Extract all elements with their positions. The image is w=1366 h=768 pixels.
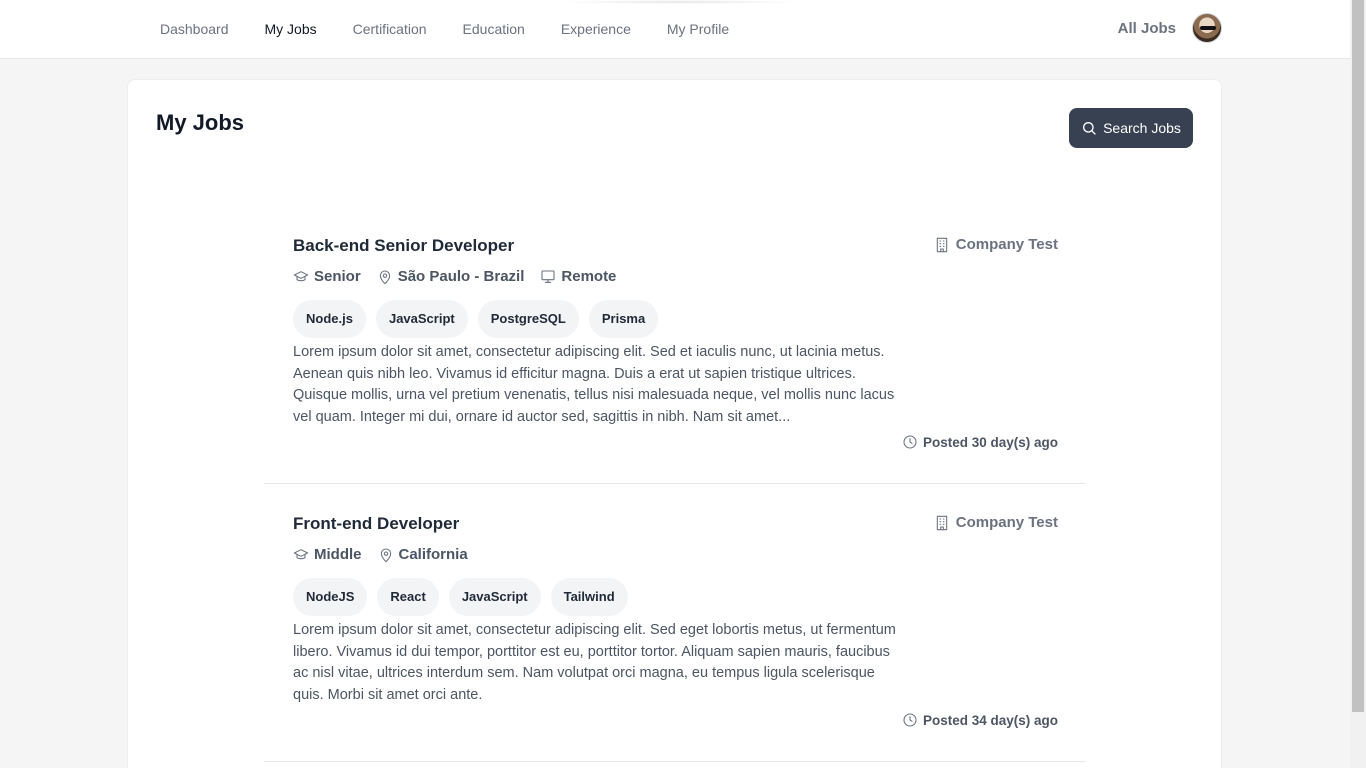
tag: NodeJS (293, 578, 368, 616)
job-posted-label: Posted 30 day(s) ago (922, 434, 1058, 450)
clock-icon (903, 435, 917, 449)
search-icon (1083, 122, 1096, 135)
map-pin-icon (379, 270, 390, 284)
clock-icon (903, 713, 917, 727)
search-jobs-label: Search Jobs (1103, 120, 1181, 136)
job-company: Company Test (934, 236, 1058, 253)
job-location: California (378, 546, 468, 563)
tag: Tailwind (550, 578, 628, 616)
nav-item-dashboard[interactable]: Dashboard (160, 0, 229, 58)
job-card[interactable]: Back-end Senior Developer Company Test S… (264, 236, 1086, 484)
nav-right: All Jobs (1118, 13, 1222, 43)
job-tags: Node.js JavaScript PostgreSQL Prisma (293, 300, 659, 338)
page-title: My Jobs (156, 110, 245, 135)
job-description: Lorem ipsum dolor sit amet, consectetur … (293, 344, 895, 426)
top-navbar: Dashboard My Jobs Certification Educatio… (0, 0, 1350, 59)
job-level-label: Middle (314, 546, 362, 563)
nav-item-my-profile[interactable]: My Profile (667, 0, 729, 58)
job-posted: Posted 30 day(s) ago (902, 434, 1058, 450)
job-company: Company Test (934, 514, 1058, 531)
nav-item-education[interactable]: Education (463, 0, 525, 58)
job-posted-label: Posted 34 day(s) ago (922, 712, 1058, 728)
job-location-label: California (398, 546, 468, 563)
my-jobs-card: My Jobs Search Jobs Back-end Senior Deve… (127, 79, 1222, 768)
nav-item-experience[interactable]: Experience (561, 0, 631, 58)
page-scrollbar[interactable] (1350, 0, 1366, 768)
tag: PostgreSQL (477, 300, 579, 338)
main-nav: Dashboard My Jobs Certification Educatio… (160, 0, 765, 58)
job-description: Lorem ipsum dolor sit amet, consectetur … (293, 622, 896, 704)
building-icon (936, 237, 947, 252)
job-location-label: São Paulo - Brazil (397, 268, 525, 285)
nav-item-certification[interactable]: Certification (353, 0, 427, 58)
job-meta: Senior São Paulo - Brazil Remote (293, 268, 616, 285)
graduation-cap-icon (293, 548, 309, 559)
graduation-cap-icon (293, 270, 309, 281)
job-level: Senior (293, 268, 361, 285)
tag: React (377, 578, 439, 616)
tag: JavaScript (448, 578, 541, 616)
job-posted: Posted 34 day(s) ago (902, 712, 1058, 728)
job-work-mode: Remote (540, 268, 616, 285)
job-title[interactable]: Front-end Developer (293, 514, 459, 534)
job-title[interactable]: Back-end Senior Developer (293, 236, 514, 256)
company-name: Company Test (955, 236, 1058, 253)
job-meta: Middle California (293, 546, 468, 563)
job-level-label: Senior (314, 268, 361, 285)
job-work-mode-label: Remote (561, 268, 617, 285)
monitor-icon (541, 269, 555, 283)
search-jobs-button[interactable]: Search Jobs (1069, 108, 1193, 148)
job-location: São Paulo - Brazil (377, 268, 525, 285)
nav-item-my-jobs[interactable]: My Jobs (265, 0, 317, 58)
job-level: Middle (293, 546, 362, 563)
building-icon (936, 515, 947, 530)
job-tags: NodeJS React JavaScript Tailwind (293, 578, 628, 616)
tag: JavaScript (375, 300, 468, 338)
all-jobs-link[interactable]: All Jobs (1118, 20, 1176, 37)
avatar-glasses (1200, 26, 1216, 30)
map-pin-icon (380, 548, 391, 562)
scrollbar-thumb[interactable] (1352, 0, 1364, 712)
tag: Prisma (588, 300, 659, 338)
user-avatar[interactable] (1192, 13, 1222, 43)
company-name: Company Test (955, 514, 1058, 531)
job-card[interactable]: Front-end Developer Company Test Middle … (264, 514, 1086, 762)
tag: Node.js (293, 300, 366, 338)
